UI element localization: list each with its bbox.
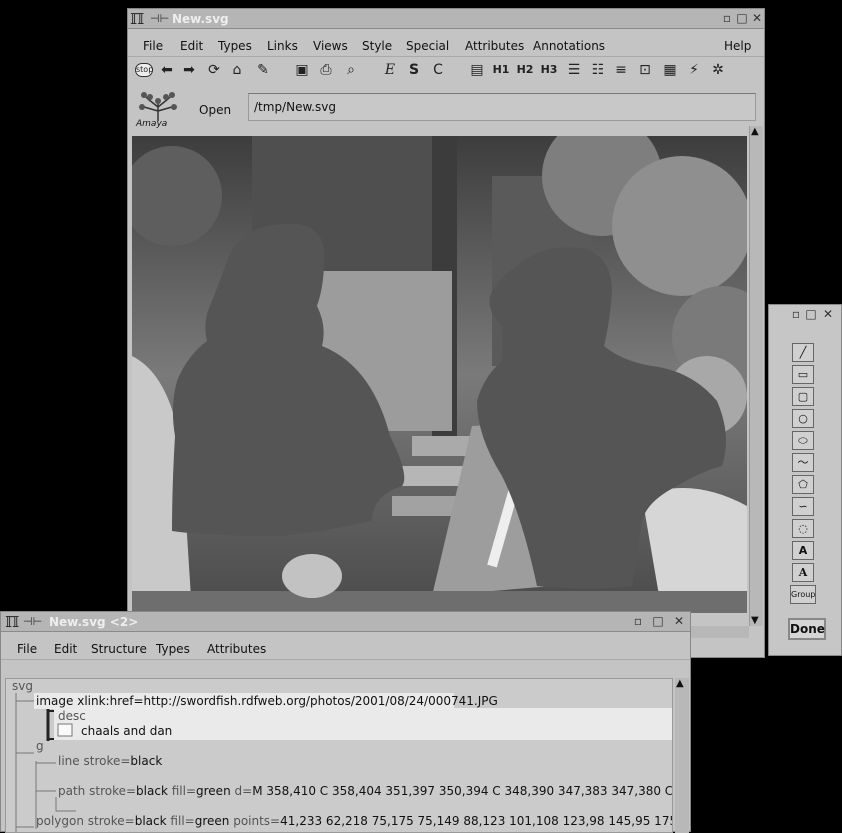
structure-window-title: New.svg <2> [49,615,139,629]
menu-views[interactable]: Views [313,39,348,53]
maximize-icon[interactable]: □ [735,12,749,26]
link-icon[interactable]: ⚡ [685,61,703,79]
circle-tool[interactable]: ○ [792,409,814,428]
stop-icon[interactable]: stop [135,63,153,77]
structure-menubar: File Edit Structure Types Attributes [1,638,690,660]
image-icon[interactable]: ▤ [468,61,486,79]
struct-menu-attributes[interactable]: Attributes [207,642,266,656]
edit-icon[interactable]: ✎ [254,61,272,79]
url-input[interactable]: /tmp/New.svg [248,93,756,121]
tree-node-g[interactable]: g [36,739,44,753]
palette-minimize-icon[interactable]: ▫ [789,308,803,322]
amaya-window-icon: ℿ [130,10,145,28]
amaya-logo-text: Amaya [136,119,168,129]
scroll-down-icon[interactable]: ▼ [751,615,759,626]
struct-menu-edit[interactable]: Edit [54,642,77,656]
text-tool[interactable]: A [792,563,814,582]
rectangle-tool[interactable]: ▭ [792,365,814,384]
ellipse-tool[interactable]: ⬭ [792,431,814,450]
polyline-tool[interactable]: 〜 [792,453,814,472]
menu-special[interactable]: Special [406,39,449,53]
scroll-up-icon[interactable]: ▲ [751,126,759,137]
svg-canvas[interactable] [132,136,747,613]
rounded-rectangle-tool[interactable]: ▢ [792,387,814,406]
polygon-tool[interactable]: ⬠ [792,475,814,494]
tree-node-desc[interactable]: desc [58,709,86,723]
bullet-list-icon[interactable]: ☰ [565,61,583,79]
strong-icon[interactable]: S [405,61,423,79]
struct-menu-types[interactable]: Types [156,642,190,656]
forward-icon[interactable]: ➡ [180,61,198,79]
close-icon[interactable]: ✕ [750,12,764,26]
tree-node-path[interactable]: path stroke=black fill=green d=M 358,410… [58,784,672,798]
h3-icon[interactable]: H3 [540,61,558,79]
tree-node-image[interactable]: image xlink:href=http://swordfish.rdfweb… [36,694,498,708]
palette-maximize-icon[interactable]: □ [804,308,818,322]
structure-window: ℿ ⊣⊢ New.svg <2> ▫ □ ✕ File Edit Structu… [0,611,691,833]
main-titlebar[interactable]: ℿ ⊣⊢ New.svg ▫ □ ✕ [128,9,764,29]
back-icon[interactable]: ⬅ [158,61,176,79]
home-icon[interactable]: ⌂ [228,61,246,79]
numbered-list-icon[interactable]: ☷ [589,61,607,79]
object-icon[interactable]: ⊡ [636,61,654,79]
save-icon[interactable]: ▣ [293,61,311,79]
tree-node-desc-text[interactable]: chaals and dan [81,724,172,738]
pin-icon[interactable]: ⊣⊢ [150,12,169,25]
tree-node-svg[interactable]: svg [12,679,33,693]
structure-minimize-icon[interactable]: ▫ [631,615,645,629]
struct-menu-structure[interactable]: Structure [91,642,147,656]
photo-image [132,136,747,613]
main-window-title: New.svg [172,12,229,26]
reload-icon[interactable]: ⟳ [205,61,223,79]
tree-node-polygon[interactable]: polygon stroke=black fill=green points=4… [36,814,672,828]
palette-titlebar[interactable]: ▫ □ ✕ [769,305,841,325]
italic-icon[interactable]: E [381,61,399,79]
tree-node-line[interactable]: line stroke=black [58,754,162,768]
table-icon[interactable]: ▦ [661,61,679,79]
menu-edit[interactable]: Edit [180,39,203,53]
line-tool[interactable]: ╱ [792,343,814,362]
structure-tree[interactable]: svg image xlink:href=http://swordfish.rd… [5,678,673,833]
spline-tool[interactable]: ∽ [792,497,814,516]
menu-help[interactable]: Help [724,39,751,53]
css-icon[interactable]: ✲ [709,61,727,79]
menu-annotations[interactable]: Annotations [533,39,605,53]
main-menubar: File Edit Types Links Views Style Specia… [128,35,764,57]
open-label: Open [199,103,232,117]
closed-spline-tool[interactable]: ◌ [792,519,814,538]
structure-pin-icon[interactable]: ⊣⊢ [23,615,42,628]
done-button[interactable]: Done [788,618,826,640]
structure-close-icon[interactable]: ✕ [672,615,686,629]
find-icon[interactable]: ⌕ [342,61,360,79]
foreign-object-tool[interactable]: A [792,541,814,560]
definition-list-icon[interactable]: ≡ [612,61,630,79]
minimize-icon[interactable]: ▫ [720,12,734,26]
menu-style[interactable]: Style [362,39,392,53]
print-icon[interactable]: ⎙ [317,61,335,79]
structure-titlebar[interactable]: ℿ ⊣⊢ New.svg <2> ▫ □ ✕ [1,612,690,632]
svg-palette-window: ▫ □ ✕ ╱ ▭ ▢ ○ ⬭ 〜 ⬠ ∽ ◌ A A Group Done [768,304,842,656]
struct-menu-file[interactable]: File [17,642,37,656]
h2-icon[interactable]: H2 [516,61,534,79]
palette-close-icon[interactable]: ✕ [821,308,835,322]
menu-links[interactable]: Links [267,39,298,53]
structure-window-icon: ℿ [5,613,20,631]
structure-vertical-scrollbar[interactable]: ▲ [675,678,689,833]
main-vertical-scrollbar[interactable]: ▲ ▼ [749,126,763,626]
group-tool[interactable]: Group [790,585,816,604]
main-window: ℿ ⊣⊢ New.svg ▫ □ ✕ File Edit Types Links… [127,8,765,658]
structure-maximize-icon[interactable]: □ [651,615,665,629]
h1-icon[interactable]: H1 [492,61,510,79]
menu-file[interactable]: File [143,39,163,53]
menu-types[interactable]: Types [218,39,252,53]
structure-scroll-up-icon[interactable]: ▲ [676,678,684,689]
menu-attributes[interactable]: Attributes [465,39,524,53]
address-row: Amaya Open /tmp/New.svg [128,87,764,135]
code-icon[interactable]: C [429,61,447,79]
